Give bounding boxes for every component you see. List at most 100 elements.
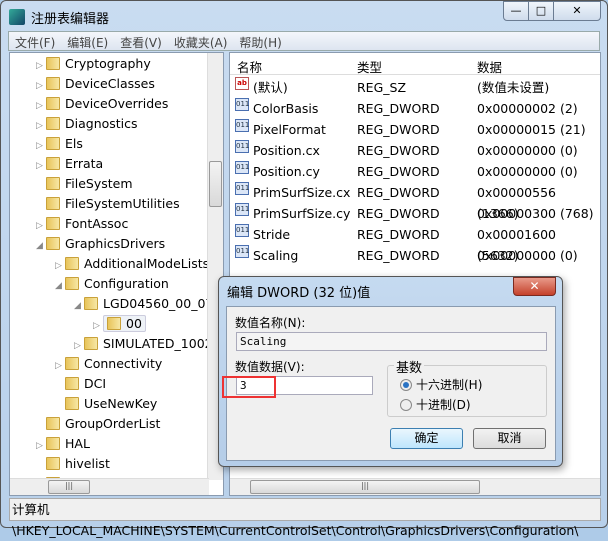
- minimize-button[interactable]: —: [503, 1, 529, 21]
- list-row[interactable]: 011 PrimSurfSize.cx REG_DWORD 0x00000556 (1…: [230, 182, 600, 221]
- list-row[interactable]: 011 Scaling REG_DWORD 0x00000000 (0): [230, 245, 600, 266]
- tree-node[interactable]: DeviceOverrides: [46, 96, 168, 111]
- tree-item[interactable]: ▷ Connectivity: [55, 354, 162, 374]
- expand-toggle-icon[interactable]: ◢: [36, 236, 46, 256]
- tree-node[interactable]: Configuration: [65, 276, 169, 291]
- tree-item[interactable]: ▷ FontAssoc: [36, 214, 128, 234]
- menu-view[interactable]: 查看(V): [114, 32, 168, 53]
- list-row[interactable]: 011 Position.cx REG_DWORD 0x00000000 (0): [230, 140, 600, 161]
- tree-node[interactable]: LGD04560_00_07D: [84, 296, 223, 311]
- scroll-thumb[interactable]: |||: [48, 480, 90, 494]
- tree-item[interactable]: DCI: [55, 374, 106, 394]
- expand-toggle-icon[interactable]: ▷: [74, 336, 84, 356]
- expand-toggle-icon[interactable]: ▷: [36, 76, 46, 96]
- tree-item[interactable]: hivelist: [36, 454, 110, 474]
- tree-node[interactable]: DCI: [65, 376, 106, 391]
- tree-node[interactable]: Els: [46, 136, 83, 151]
- radio-hex[interactable]: 十六进制(H): [400, 376, 482, 393]
- column-name[interactable]: 名称: [237, 57, 262, 76]
- tree-node[interactable]: Diagnostics: [46, 116, 138, 131]
- folder-icon: [46, 77, 60, 90]
- tree-item[interactable]: ◢ Configuration: [55, 274, 169, 294]
- folder-icon: [46, 177, 60, 190]
- expand-toggle-icon[interactable]: ▷: [36, 216, 46, 236]
- tree-node[interactable]: Cryptography: [46, 56, 151, 71]
- expand-toggle-icon[interactable]: ◢: [74, 296, 84, 316]
- binary-value-icon: 011: [235, 98, 249, 111]
- tree-item[interactable]: ▷ Diagnostics: [36, 114, 138, 134]
- scroll-thumb[interactable]: [209, 161, 222, 207]
- tree-node[interactable]: SIMULATED_1002: [84, 336, 213, 351]
- expand-toggle-icon[interactable]: ◢: [55, 276, 65, 296]
- expand-toggle-icon[interactable]: ▷: [36, 436, 46, 456]
- tree-node[interactable]: Connectivity: [65, 356, 162, 371]
- list-row[interactable]: 011 PrimSurfSize.cy REG_DWORD 0x00000300 (7…: [230, 203, 600, 224]
- tree-item[interactable]: ▷ AdditionalModeLists: [55, 254, 209, 274]
- tree-item[interactable]: ▷ 00: [93, 314, 146, 334]
- tree-node[interactable]: AdditionalModeLists: [65, 256, 209, 271]
- tree-node[interactable]: FileSystem: [46, 176, 133, 191]
- scroll-thumb[interactable]: |||: [250, 480, 480, 494]
- expand-toggle-icon[interactable]: ▷: [55, 256, 65, 276]
- tree-item[interactable]: ◢ GraphicsDrivers: [36, 234, 165, 254]
- close-button[interactable]: ✕: [553, 1, 601, 21]
- expand-toggle-icon[interactable]: ▷: [36, 156, 46, 176]
- tree-item[interactable]: FileSystem: [36, 174, 133, 194]
- tree-item[interactable]: FileSystemUtilities: [36, 194, 180, 214]
- tree-node[interactable]: GroupOrderList: [46, 416, 160, 431]
- tree-node[interactable]: DeviceClasses: [46, 76, 155, 91]
- dialog-close-button[interactable]: ✕: [513, 277, 556, 296]
- menu-favorites[interactable]: 收藏夹(A): [168, 32, 234, 53]
- tree-node[interactable]: hivelist: [46, 456, 110, 471]
- tree-node[interactable]: HAL: [46, 436, 90, 451]
- expand-toggle-icon[interactable]: ▷: [36, 96, 46, 116]
- expand-toggle-icon[interactable]: ▷: [36, 116, 46, 136]
- list-row[interactable]: 011 Position.cy REG_DWORD 0x00000000 (0): [230, 161, 600, 182]
- tree-node[interactable]: Errata: [46, 156, 103, 171]
- cancel-button[interactable]: 取消: [473, 428, 546, 449]
- list-row[interactable]: 011 PixelFormat REG_DWORD 0x00000015 (21): [230, 119, 600, 140]
- expand-toggle-icon[interactable]: ▷: [36, 136, 46, 156]
- tree-node[interactable]: 00: [103, 315, 146, 332]
- menu-help[interactable]: 帮助(H): [233, 32, 287, 53]
- tree-node[interactable]: UseNewKey: [65, 396, 157, 411]
- tree-node[interactable]: FontAssoc: [46, 216, 128, 231]
- tree-item[interactable]: ▷ DeviceClasses: [36, 74, 155, 94]
- radio-hex-label: 十六进制(H): [416, 378, 483, 392]
- column-data[interactable]: 数据: [477, 57, 502, 76]
- tree-item[interactable]: ▷ Errata: [36, 154, 103, 174]
- column-type[interactable]: 类型: [357, 57, 382, 76]
- tree-item-label: AdditionalModeLists: [84, 256, 210, 271]
- tree-item[interactable]: ▷ Els: [36, 134, 83, 154]
- tree-item[interactable]: ▷ SIMULATED_1002: [74, 334, 213, 354]
- value-name: Scaling: [253, 248, 299, 263]
- tree-node[interactable]: FileSystemUtilities: [46, 196, 180, 211]
- tree-item[interactable]: ▷ HAL: [36, 434, 90, 454]
- expand-toggle-icon[interactable]: ▷: [36, 56, 46, 76]
- list-row[interactable]: ab (默认) REG_SZ (数值未设置): [230, 77, 600, 98]
- tree-item[interactable]: UseNewKey: [55, 394, 157, 414]
- list-horizontal-scrollbar[interactable]: |||: [230, 478, 600, 495]
- maximize-button[interactable]: □: [528, 1, 554, 21]
- list-row[interactable]: 011 ColorBasis REG_DWORD 0x00000002 (2): [230, 98, 600, 119]
- tree-item[interactable]: ◢ LGD04560_00_07D: [74, 294, 223, 314]
- expand-toggle-icon[interactable]: ▷: [55, 356, 65, 376]
- tree-item[interactable]: ▷ DeviceOverrides: [36, 94, 168, 114]
- radio-selected-icon[interactable]: [400, 379, 412, 391]
- folder-icon: [65, 257, 79, 270]
- radio-decimal[interactable]: 十进制(D): [400, 396, 471, 413]
- value-type: REG_DWORD: [357, 143, 440, 158]
- radio-unselected-icon[interactable]: [400, 399, 412, 411]
- tree-horizontal-scrollbar[interactable]: |||: [10, 478, 209, 495]
- ok-button[interactable]: 确定: [390, 428, 463, 449]
- tree-item-label: LGD04560_00_07D: [103, 296, 223, 311]
- folder-icon: [65, 357, 79, 370]
- menu-edit[interactable]: 编辑(E): [61, 32, 114, 53]
- value-type: REG_DWORD: [357, 122, 440, 137]
- tree-node[interactable]: GraphicsDrivers: [46, 236, 165, 251]
- expand-toggle-icon[interactable]: ▷: [93, 316, 103, 336]
- menu-file[interactable]: 文件(F): [9, 32, 61, 53]
- list-row[interactable]: 011 Stride REG_DWORD 0x00001600 (5632): [230, 224, 600, 263]
- tree-item[interactable]: GroupOrderList: [36, 414, 160, 434]
- tree-item[interactable]: ▷ Cryptography: [36, 54, 151, 74]
